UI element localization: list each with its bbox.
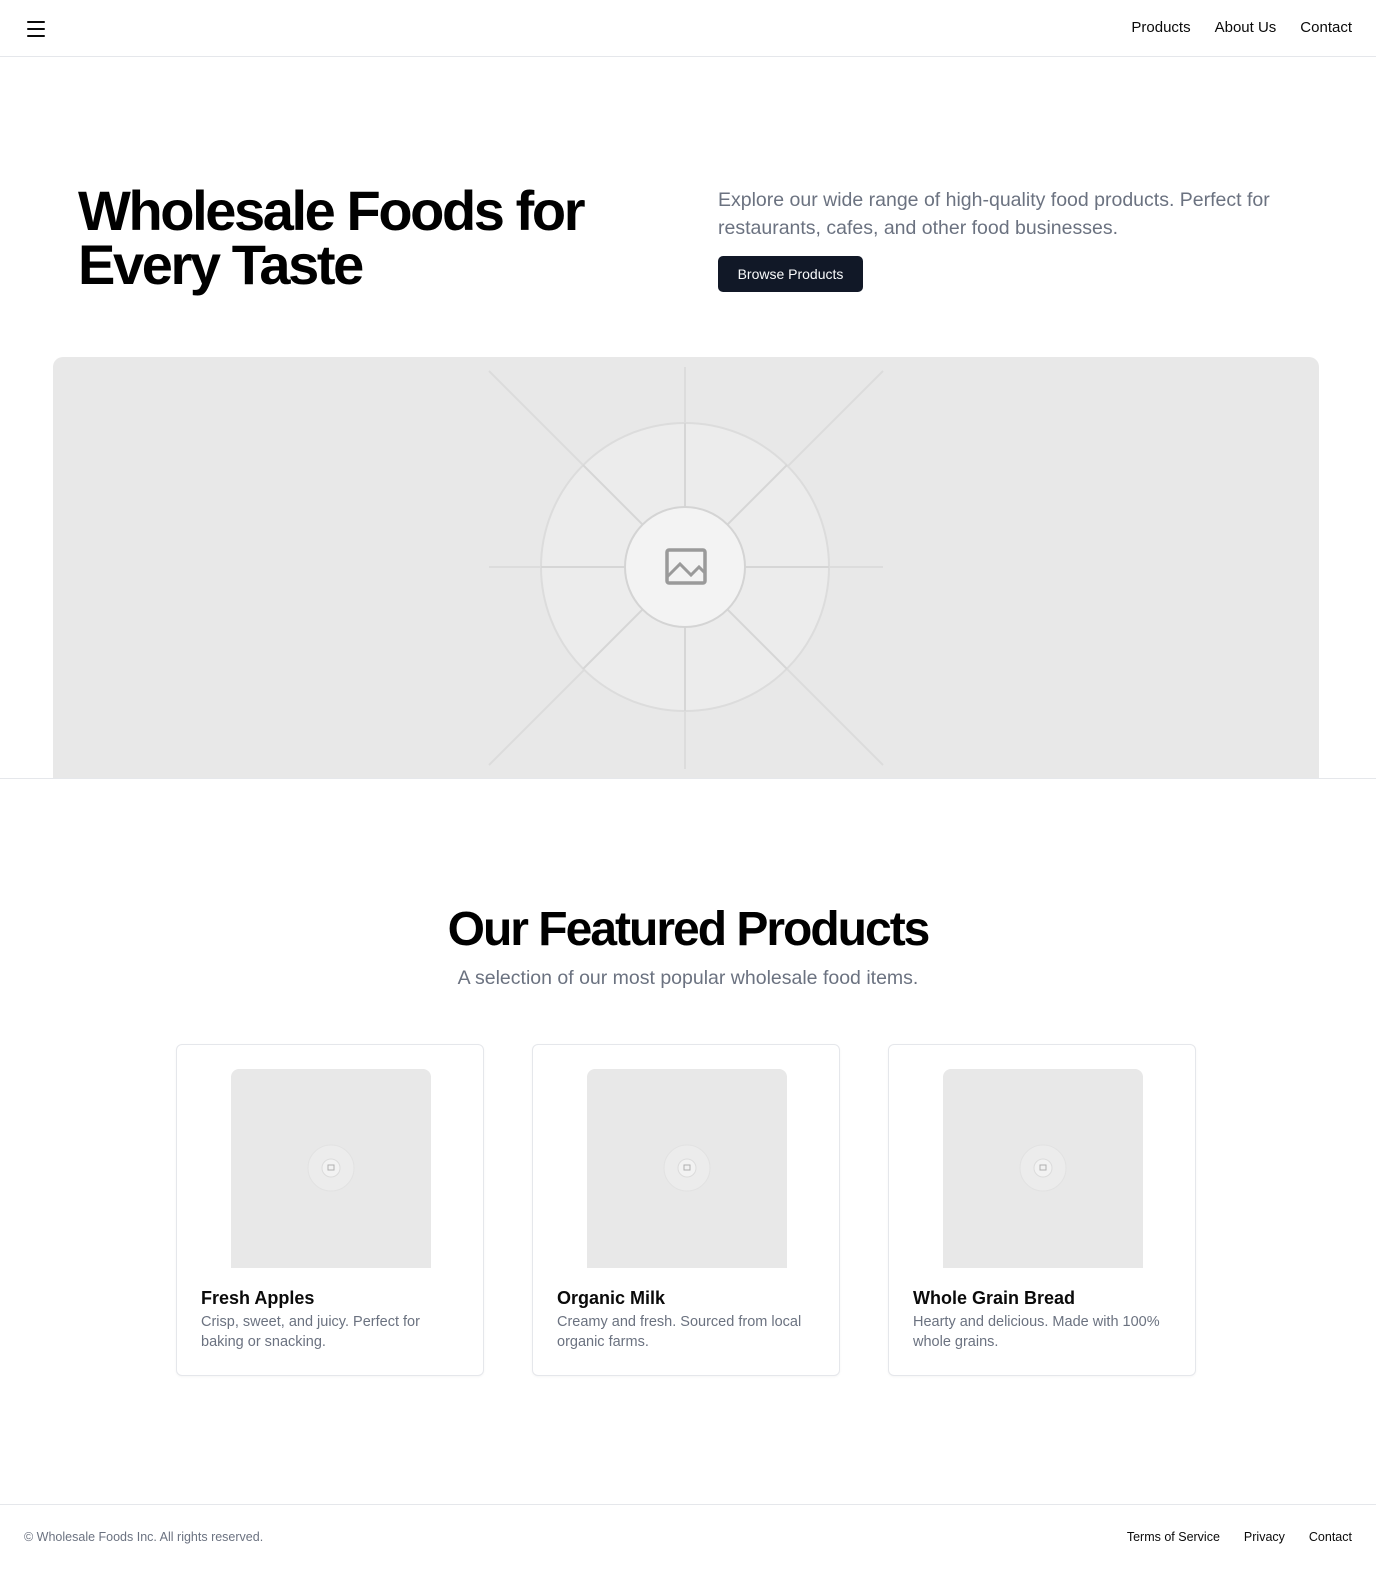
hero-image-placeholder [53, 357, 1319, 779]
image-placeholder-icon [1019, 1144, 1067, 1192]
product-name: Organic Milk [557, 1288, 666, 1308]
main-nav: Products About Us Contact [1131, 18, 1352, 38]
featured-products-subtitle: A selection of our most popular wholesal… [457, 967, 919, 989]
product-card[interactable]: Fresh Apples Crisp, sweet, and juicy. Pe… [176, 1044, 484, 1376]
top-navigation-bar: Products About Us Contact [0, 0, 1376, 57]
featured-products-title: Our Featured Products [447, 903, 931, 956]
footer-link-contact[interactable]: Contact [1309, 1529, 1352, 1545]
section-divider [0, 778, 1376, 779]
product-image-placeholder [231, 1069, 431, 1268]
product-card[interactable]: Organic Milk Creamy and fresh. Sourced f… [532, 1044, 840, 1376]
product-card[interactable]: Whole Grain Bread Hearty and delicious. … [888, 1044, 1196, 1376]
footer-links: Terms of Service Privacy Contact [1127, 1529, 1352, 1545]
browse-products-button[interactable]: Browse Products [718, 256, 863, 292]
product-name: Whole Grain Bread [913, 1288, 1076, 1308]
copyright-text: © Wholesale Foods Inc. All rights reserv… [24, 1530, 264, 1544]
image-placeholder-icon [307, 1144, 355, 1192]
product-description: Hearty and delicious. Made with 100% who… [913, 1314, 1160, 1350]
image-placeholder-icon [663, 1144, 711, 1192]
nav-link-contact[interactable]: Contact [1300, 18, 1352, 38]
image-placeholder-icon [488, 367, 884, 769]
product-description: Crisp, sweet, and juicy. Perfect for bak… [201, 1314, 420, 1350]
product-image-placeholder [943, 1069, 1143, 1268]
product-description: Creamy and fresh. Sourced from local org… [557, 1314, 802, 1350]
nav-link-products[interactable]: Products [1131, 18, 1190, 38]
product-image-placeholder [587, 1069, 787, 1268]
site-footer: © Wholesale Foods Inc. All rights reserv… [0, 1504, 1376, 1574]
footer-link-terms[interactable]: Terms of Service [1127, 1529, 1220, 1545]
hero-title: Wholesale Foods for Every Taste [78, 179, 586, 296]
product-name: Fresh Apples [201, 1288, 315, 1308]
hamburger-menu-icon[interactable] [24, 17, 48, 41]
nav-link-about-us[interactable]: About Us [1215, 18, 1277, 38]
footer-link-privacy[interactable]: Privacy [1244, 1529, 1285, 1545]
hero-description: Explore our wide range of high-quality f… [718, 189, 1270, 239]
